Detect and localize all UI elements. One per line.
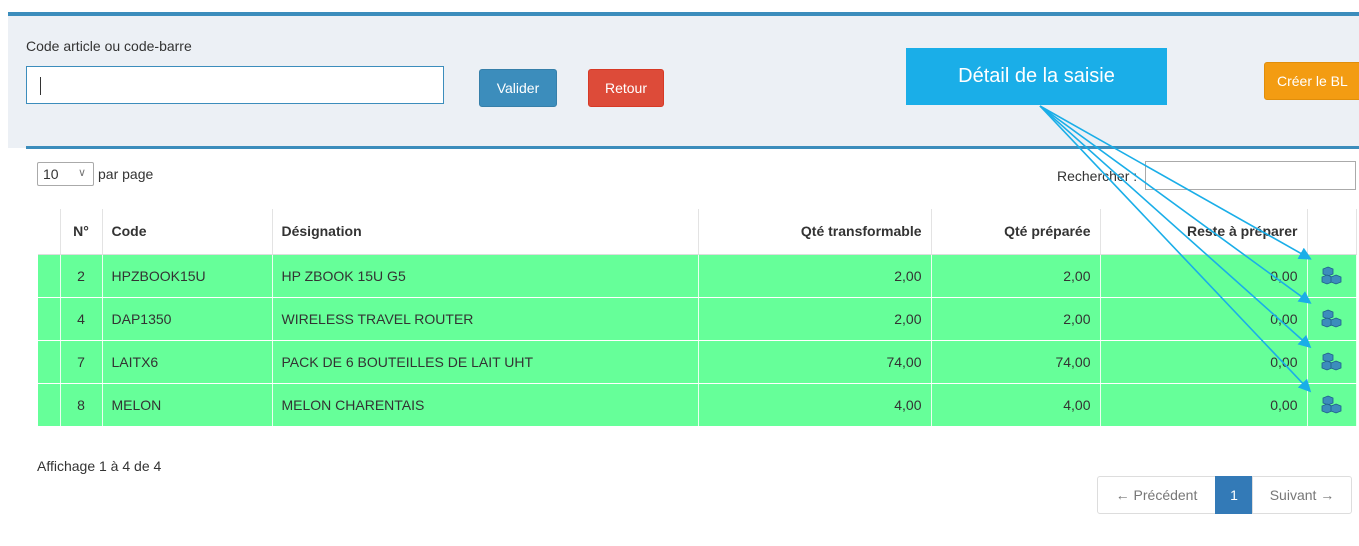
- cell-qte-transformable: 4,00: [698, 383, 932, 427]
- col-header-reste-a-preparer[interactable]: Reste à préparer: [1100, 209, 1308, 255]
- cell-numero: 7: [60, 340, 103, 384]
- code-article-label: Code article ou code-barre: [26, 38, 192, 54]
- page-1-button[interactable]: 1: [1215, 476, 1253, 514]
- cell-qte-transformable: 2,00: [698, 297, 932, 341]
- cell-designation: WIRELESS TRAVEL ROUTER: [272, 297, 699, 341]
- cell-reste-a-preparer: 0,00: [1100, 383, 1308, 427]
- cell-qte-preparee: 2,00: [931, 254, 1101, 298]
- cubes-icon[interactable]: [1307, 254, 1357, 298]
- table-row[interactable]: 8 MELON MELON CHARENTAIS 4,00 4,00 0,00: [38, 383, 1357, 427]
- table-header-row: N° Code Désignation Qté transformable Qt…: [38, 209, 1357, 255]
- cell-reste-a-preparer: 0,00: [1100, 297, 1308, 341]
- next-page-button[interactable]: Suivant →: [1252, 476, 1352, 514]
- previous-page-button[interactable]: ← Précédent: [1097, 476, 1216, 514]
- cell-numero: 2: [60, 254, 103, 298]
- cell-code: LAITX6: [102, 340, 273, 384]
- cell-qte-preparee: 2,00: [931, 297, 1101, 341]
- cell-qte-transformable: 2,00: [698, 254, 932, 298]
- cell-qte-transformable: 74,00: [698, 340, 932, 384]
- creer-bl-button[interactable]: Créer le BL: [1264, 62, 1359, 100]
- search-label: Rechercher :: [1057, 168, 1138, 184]
- col-header-actions: [1307, 209, 1357, 255]
- cell-designation: MELON CHARENTAIS: [272, 383, 699, 427]
- cell-designation: PACK DE 6 BOUTEILLES DE LAIT UHT: [272, 340, 699, 384]
- table-row[interactable]: 2 HPZBOOK15U HP ZBOOK 15U G5 2,00 2,00 0…: [38, 254, 1357, 298]
- col-header-numero[interactable]: N°: [60, 209, 103, 255]
- retour-button[interactable]: Retour: [588, 69, 664, 107]
- row-control-cell: [38, 254, 61, 298]
- annotation-callout: Détail de la saisie: [906, 48, 1167, 105]
- cell-qte-preparee: 4,00: [931, 383, 1101, 427]
- cell-numero: 8: [60, 383, 103, 427]
- cubes-icon[interactable]: [1307, 297, 1357, 341]
- text-caret: [40, 77, 41, 95]
- page-length-value: 10: [43, 166, 59, 182]
- col-header-qte-preparee[interactable]: Qté préparée: [931, 209, 1101, 255]
- row-control-cell: [38, 340, 61, 384]
- code-article-input[interactable]: [26, 66, 444, 104]
- table-row[interactable]: 4 DAP1350 WIRELESS TRAVEL ROUTER 2,00 2,…: [38, 297, 1357, 341]
- table-info: Affichage 1 à 4 de 4: [37, 458, 162, 474]
- app-window: Code article ou code-barre Valider Retou…: [0, 0, 1359, 546]
- cell-numero: 4: [60, 297, 103, 341]
- col-header-qte-transformable[interactable]: Qté transformable: [698, 209, 932, 255]
- table-row[interactable]: 7 LAITX6 PACK DE 6 BOUTEILLES DE LAIT UH…: [38, 340, 1357, 384]
- cubes-icon[interactable]: [1307, 340, 1357, 384]
- col-header-code[interactable]: Code: [102, 209, 273, 255]
- page-length-label: par page: [98, 166, 154, 182]
- pagination: ← Précédent 1 Suivant →: [1097, 476, 1352, 514]
- cell-qte-preparee: 74,00: [931, 340, 1101, 384]
- cell-designation: HP ZBOOK 15U G5: [272, 254, 699, 298]
- cubes-icon[interactable]: [1307, 383, 1357, 427]
- cell-code: DAP1350: [102, 297, 273, 341]
- cell-code: HPZBOOK15U: [102, 254, 273, 298]
- cell-code: MELON: [102, 383, 273, 427]
- valider-button[interactable]: Valider: [479, 69, 557, 107]
- search-input[interactable]: [1145, 161, 1356, 190]
- row-control-cell: [38, 297, 61, 341]
- col-header-designation[interactable]: Désignation: [272, 209, 699, 255]
- row-control-cell: [38, 383, 61, 427]
- cell-reste-a-preparer: 0,00: [1100, 340, 1308, 384]
- cell-reste-a-preparer: 0,00: [1100, 254, 1308, 298]
- chevron-down-icon: ∨: [78, 167, 87, 179]
- col-header-control: [38, 209, 61, 255]
- lines-table: N° Code Désignation Qté transformable Qt…: [38, 209, 1357, 427]
- top-strip: [8, 0, 1359, 12]
- page-length-select[interactable]: 10 ∨: [37, 162, 94, 186]
